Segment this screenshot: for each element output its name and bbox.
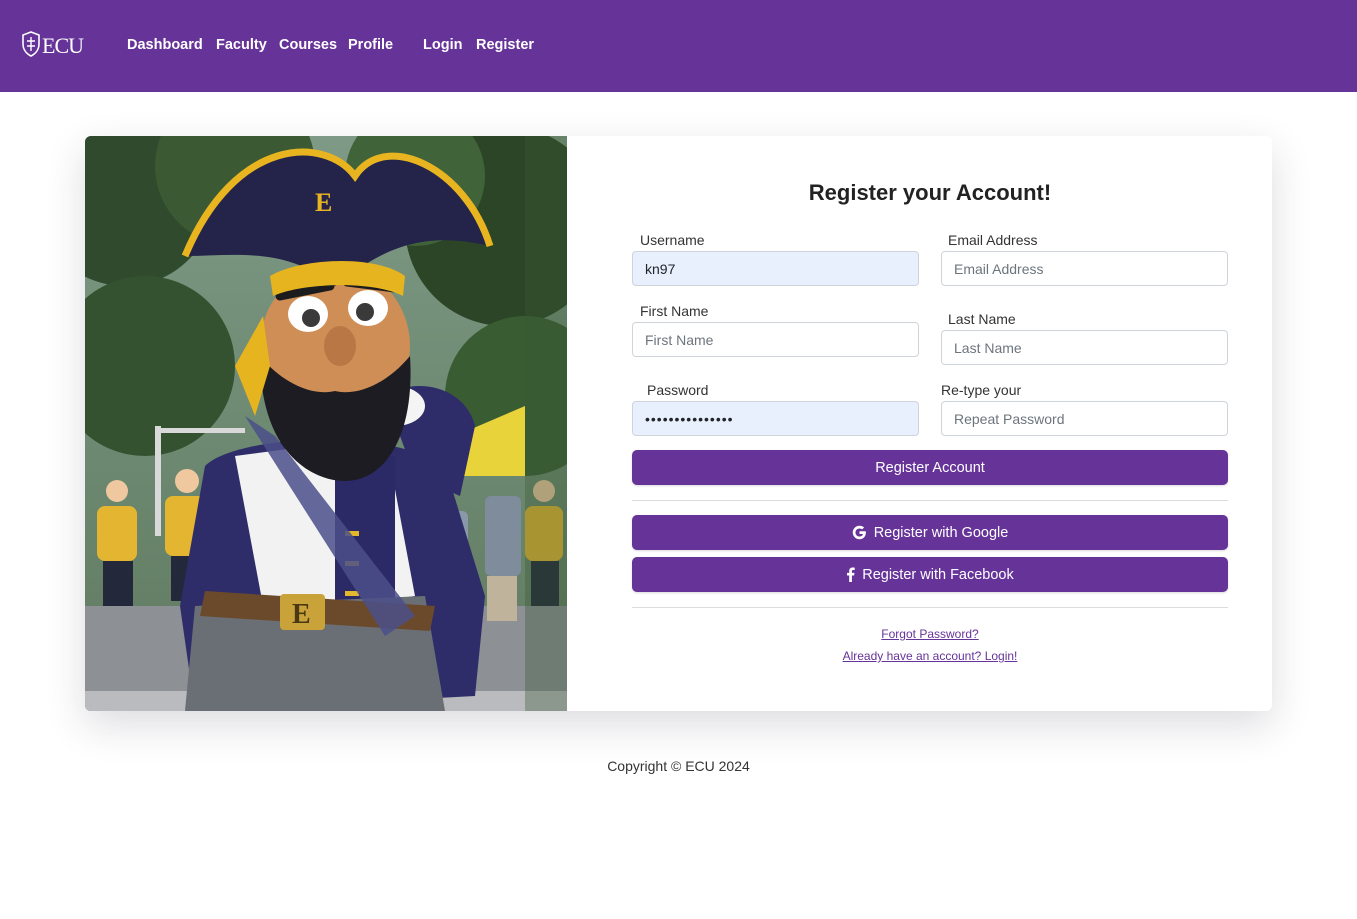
footer-copyright: Copyright © ECU 2024 xyxy=(607,758,750,774)
brand-text: ECU xyxy=(42,33,84,58)
register-facebook-label: Register with Facebook xyxy=(862,566,1014,583)
nav-courses[interactable]: Courses xyxy=(279,37,337,53)
last-name-input[interactable] xyxy=(941,330,1228,365)
divider-top xyxy=(632,500,1228,501)
ecu-crest-icon xyxy=(21,30,41,62)
login-link-row: Already have an account? Login! xyxy=(632,649,1228,663)
register-account-label: Register Account xyxy=(875,459,985,476)
repeat-password-input[interactable] xyxy=(941,401,1228,436)
forgot-password-link[interactable]: Forgot Password? xyxy=(881,627,978,641)
register-card: E E Register your Account! Username kn97… xyxy=(85,136,1272,711)
google-icon xyxy=(852,525,867,540)
form-title: Register your Account! xyxy=(808,180,1052,205)
nav-profile[interactable]: Profile xyxy=(348,37,393,53)
email-input[interactable] xyxy=(941,251,1228,286)
username-label: Username xyxy=(640,232,705,248)
nav-login[interactable]: Login xyxy=(423,37,462,53)
email-label: Email Address xyxy=(948,232,1038,248)
svg-text:E: E xyxy=(292,599,311,630)
nav-faculty[interactable]: Faculty xyxy=(216,37,267,53)
svg-text:E: E xyxy=(315,188,332,217)
register-google-button[interactable]: Register with Google xyxy=(632,515,1228,550)
already-have-account-link[interactable]: Already have an account? Login! xyxy=(843,649,1018,663)
first-name-label: First Name xyxy=(640,303,709,319)
mascot-photo: E E xyxy=(85,136,567,711)
register-account-button[interactable]: Register Account xyxy=(632,450,1228,485)
nav-register[interactable]: Register xyxy=(476,37,534,53)
last-name-label: Last Name xyxy=(948,311,1016,327)
password-label: Password xyxy=(647,382,709,398)
register-facebook-button[interactable]: Register with Facebook xyxy=(632,557,1228,592)
username-input[interactable] xyxy=(632,251,919,286)
divider-bottom xyxy=(632,607,1228,608)
register-google-label: Register with Google xyxy=(873,524,1009,541)
forgot-password-row: Forgot Password? xyxy=(632,627,1228,641)
facebook-icon xyxy=(846,567,855,582)
password-input[interactable] xyxy=(632,401,919,436)
repeat-password-label: Re-type your xyxy=(941,382,1022,398)
first-name-input[interactable] xyxy=(632,322,919,357)
nav-dashboard[interactable]: Dashboard xyxy=(127,37,203,53)
brand-logo-link[interactable]: ECU xyxy=(21,30,84,62)
top-navbar: ECU Dashboard Faculty Courses Profile Lo… xyxy=(0,0,1357,92)
